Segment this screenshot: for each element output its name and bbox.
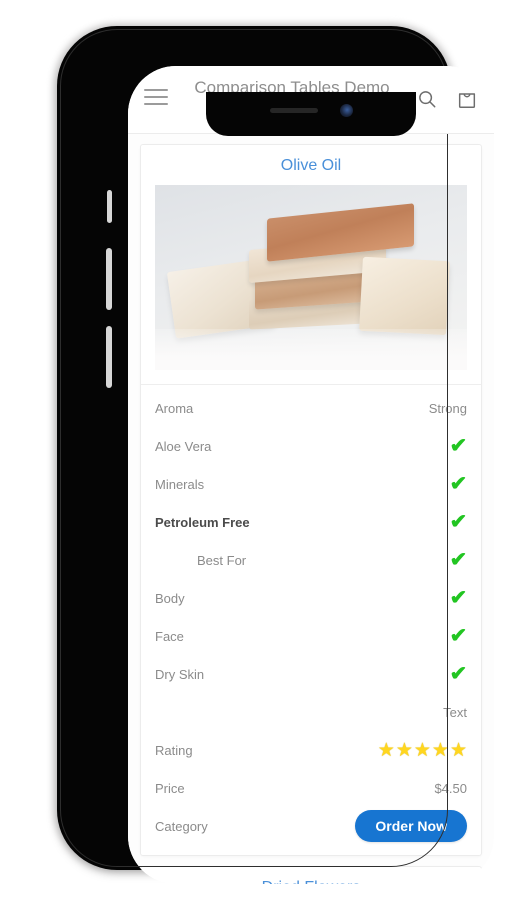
row-label: Dry Skin xyxy=(155,666,205,682)
earpiece-speaker-icon xyxy=(269,107,318,113)
silence-switch-button[interactable] xyxy=(107,190,112,223)
row-label: Rating xyxy=(155,742,193,758)
row-label: Category xyxy=(155,818,208,834)
product-card-header: Dried Flowers xyxy=(141,867,481,884)
comparison-row: Price $4.50 xyxy=(155,769,467,807)
rating-stars: ★ ★ ★ ★ ★ xyxy=(378,741,467,760)
star-icon: ★ xyxy=(449,739,467,761)
check-icon: ✔ xyxy=(449,663,468,685)
row-label: Aroma xyxy=(155,400,194,416)
row-value: Text xyxy=(443,704,467,720)
product-title: Dried Flowers xyxy=(155,879,467,884)
check-icon: ✔ xyxy=(449,587,468,609)
row-label: Petroleum Free xyxy=(155,514,250,530)
star-icon: ★ xyxy=(377,739,395,761)
hamburger-line xyxy=(144,103,168,105)
volume-up-button[interactable] xyxy=(106,248,112,310)
comparison-row: Category Order Now xyxy=(155,807,467,845)
row-label: Price xyxy=(155,780,185,796)
row-value: $4.50 xyxy=(434,780,467,796)
comparison-row: Dry Skin ✔ xyxy=(155,655,467,693)
product-card-header: Olive Oil xyxy=(141,145,481,385)
row-label: Best For xyxy=(197,552,247,568)
row-value: Strong xyxy=(428,400,467,416)
front-camera-icon xyxy=(339,103,353,117)
phone-frame: Comparison Tables Demo Olive Oil Aroma S… xyxy=(57,26,494,884)
hamburger-line xyxy=(144,96,168,98)
shopping-bag-icon[interactable] xyxy=(456,88,478,110)
volume-down-button[interactable] xyxy=(106,326,112,388)
app-content-scroll[interactable]: Olive Oil Aroma Strong Aloe Vera ✔ Minerals ✔… xyxy=(128,134,494,884)
comparison-row: Text xyxy=(155,693,467,731)
check-icon: ✔ xyxy=(449,549,468,571)
order-now-button[interactable]: Order Now xyxy=(355,810,467,842)
comparison-rows: Aroma Strong Aloe Vera ✔ Minerals ✔ Petroleum … xyxy=(141,385,481,855)
comparison-row: Rating ★ ★ ★ ★ ★ xyxy=(155,731,467,769)
row-label: Body xyxy=(155,590,185,606)
check-icon: ✔ xyxy=(449,511,468,533)
soap-bar xyxy=(359,256,451,336)
header-actions xyxy=(416,88,478,110)
comparison-row: Aroma Strong xyxy=(155,389,467,427)
search-icon[interactable] xyxy=(416,88,438,110)
star-icon: ★ xyxy=(395,739,413,761)
comparison-row: Minerals ✔ xyxy=(155,465,467,503)
comparison-row: Body ✔ xyxy=(155,579,467,617)
row-label: Minerals xyxy=(155,476,205,492)
phone-screen: Comparison Tables Demo Olive Oil Aroma S… xyxy=(128,66,494,884)
check-icon: ✔ xyxy=(449,625,468,647)
product-image xyxy=(155,185,467,370)
product-card-dried-flowers: Dried Flowers xyxy=(140,866,482,884)
screenshot-stage: Comparison Tables Demo Olive Oil Aroma S… xyxy=(0,0,506,900)
product-title: Olive Oil xyxy=(280,157,342,174)
comparison-row: Petroleum Free ✔ xyxy=(155,503,467,541)
hamburger-line xyxy=(144,89,168,91)
row-label: Face xyxy=(155,628,184,644)
star-icon: ★ xyxy=(431,739,449,761)
check-icon: ✔ xyxy=(449,435,468,457)
star-icon: ★ xyxy=(413,739,431,761)
hamburger-menu-icon[interactable] xyxy=(144,89,168,105)
row-label: Aloe Vera xyxy=(155,438,212,454)
soap-bar xyxy=(267,203,414,262)
comparison-row: Aloe Vera ✔ xyxy=(155,427,467,465)
photo-surface xyxy=(155,329,467,370)
phone-notch xyxy=(206,92,416,136)
check-icon: ✔ xyxy=(449,473,468,495)
comparison-row: Face ✔ xyxy=(155,617,467,655)
comparison-row: Best For ✔ xyxy=(155,541,467,579)
product-card-olive-oil: Olive Oil Aroma Strong Aloe Vera ✔ Minerals ✔… xyxy=(140,144,482,856)
